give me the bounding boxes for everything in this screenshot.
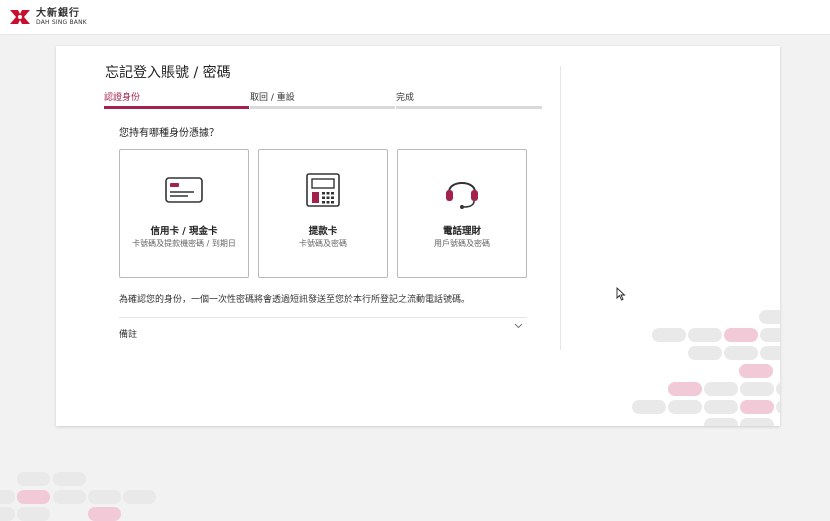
option-title: 提款卡	[308, 226, 338, 237]
option-atm-card[interactable]: 提款卡 卡號碼及密碼	[258, 149, 388, 278]
chevron-down-icon[interactable]	[514, 323, 523, 329]
bank-logo[interactable]: 大新銀行 DAH SING BANK	[8, 8, 87, 26]
remarks-divider	[119, 317, 527, 318]
step-bar-2	[250, 106, 395, 109]
step-verify-identity: 認證身份	[104, 93, 141, 103]
option-credit-card[interactable]: 信用卡 / 現金卡 卡號碼及提款機密碼 / 到期日	[119, 149, 249, 278]
credential-question: 您持有哪種身份憑據？	[119, 128, 219, 139]
step-bar-3	[396, 106, 542, 109]
option-subtitle: 卡號碼及密碼	[299, 239, 347, 248]
dah-sing-logo-icon	[10, 10, 30, 24]
credit-card-icon	[165, 177, 203, 203]
top-bar: 大新銀行 DAH SING BANK	[0, 0, 830, 35]
headset-icon	[446, 182, 478, 209]
remarks-label: 備註	[119, 330, 138, 340]
step-complete: 完成	[396, 93, 415, 103]
brand-name-en: DAH SING BANK	[36, 18, 87, 26]
remarks-accordion[interactable]: 備註	[119, 322, 527, 340]
atm-icon	[306, 173, 340, 207]
option-subtitle: 用戶號碼及密碼	[434, 239, 490, 248]
otp-note: 為確認您的身份，一個一次性密碼將會透過短訊發送至您於本行所登記之流動電話號碼。	[119, 295, 471, 305]
page-title: 忘記登入賬號 / 密碼	[105, 65, 231, 81]
main-card: 忘記登入賬號 / 密碼 認證身份 取回 / 重設 完成 您持有哪種身份憑據？ 信…	[56, 46, 780, 426]
mouse-cursor-icon	[616, 287, 626, 301]
option-title: 信用卡 / 現金卡	[150, 226, 218, 237]
option-subtitle: 卡號碼及提款機密碼 / 到期日	[132, 239, 236, 248]
option-phone-banking[interactable]: 電話理財 用戶號碼及密碼	[397, 149, 527, 278]
brand-name-cn: 大新銀行	[36, 7, 80, 19]
step-retrieve-reset: 取回 / 重設	[250, 93, 295, 103]
option-title: 電話理財	[442, 226, 481, 237]
vertical-divider	[560, 66, 561, 350]
step-bar-1	[104, 106, 249, 109]
progress-steps: 認證身份 取回 / 重設 完成	[104, 90, 542, 110]
